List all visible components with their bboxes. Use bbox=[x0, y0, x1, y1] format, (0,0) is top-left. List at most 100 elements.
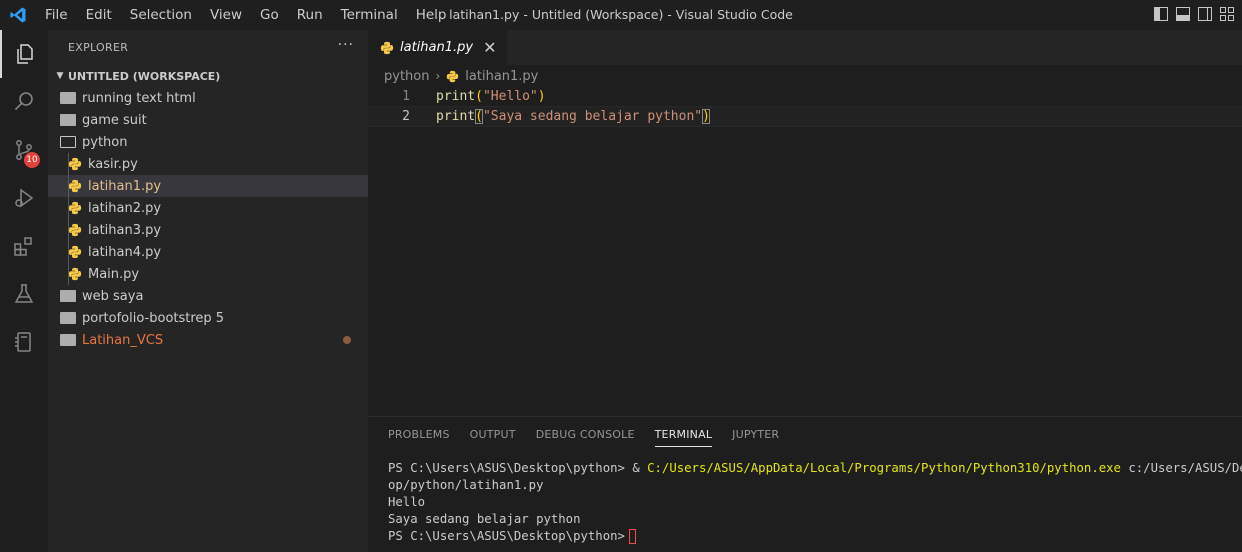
tree-folder-web-saya[interactable]: web saya bbox=[48, 285, 368, 307]
python-file-icon bbox=[68, 201, 82, 215]
panel-tabs: PROBLEMS OUTPUT DEBUG CONSOLE TERMINAL J… bbox=[368, 417, 1242, 453]
terminal-exe-path: C:/Users/ASUS/AppData/Local/Programs/Pyt… bbox=[647, 461, 1121, 475]
code-string: "Saya sedang belajar python" bbox=[482, 109, 703, 124]
indent-guide bbox=[68, 153, 69, 175]
code-function: print bbox=[436, 89, 476, 104]
tree-file-main[interactable]: Main.py bbox=[48, 263, 368, 285]
breadcrumb: python › latihan1.py bbox=[368, 65, 1242, 87]
remote-explorer-icon[interactable] bbox=[0, 318, 48, 366]
menu-terminal[interactable]: Terminal bbox=[332, 0, 407, 30]
tree-file-latihan3[interactable]: latihan3.py bbox=[48, 219, 368, 241]
chevron-down-icon: ▼ bbox=[56, 71, 64, 81]
menu-help[interactable]: Help bbox=[407, 0, 456, 30]
modified-dot-icon bbox=[343, 336, 351, 344]
tree-file-kasir[interactable]: kasir.py bbox=[48, 153, 368, 175]
tree-folder-portofolio[interactable]: portofolio-bootstrep 5 bbox=[48, 307, 368, 329]
testing-flask-icon[interactable] bbox=[0, 270, 48, 318]
menu-bar: File Edit Selection View Go Run Terminal… bbox=[36, 0, 455, 30]
source-control-badge: 10 bbox=[24, 152, 40, 168]
tab-problems[interactable]: PROBLEMS bbox=[380, 417, 458, 453]
vscode-logo-icon[interactable] bbox=[0, 0, 36, 30]
code-bracket: ( bbox=[475, 89, 483, 104]
code-function: print bbox=[436, 109, 476, 124]
terminal-prompt: PS C:\Users\ASUS\Desktop\python> bbox=[388, 461, 633, 475]
more-actions-icon[interactable]: ··· bbox=[338, 37, 354, 53]
tree-item-label: portofolio-bootstrep 5 bbox=[82, 310, 225, 326]
explorer-icon[interactable] bbox=[0, 30, 48, 78]
python-file-icon bbox=[68, 245, 82, 259]
close-icon[interactable]: ✕ bbox=[483, 38, 496, 57]
indent-guide bbox=[68, 241, 69, 263]
bottom-panel: PROBLEMS OUTPUT DEBUG CONSOLE TERMINAL J… bbox=[368, 416, 1242, 552]
tree-folder-latihan-vcs[interactable]: Latihan_VCS bbox=[48, 329, 368, 351]
layout-controls bbox=[1154, 7, 1234, 21]
code-text: print("Saya sedang belajar python") bbox=[436, 107, 710, 126]
toggle-primary-sidebar-icon[interactable] bbox=[1154, 7, 1168, 21]
customize-layout-icon[interactable] bbox=[1220, 7, 1234, 21]
menu-run[interactable]: Run bbox=[288, 0, 332, 30]
tree-item-label: latihan2.py bbox=[88, 200, 162, 216]
code-bracket: ) bbox=[702, 109, 710, 124]
code-bracket: ( bbox=[475, 109, 483, 124]
breadcrumb-folder[interactable]: python bbox=[384, 69, 429, 84]
tree-file-latihan4[interactable]: latihan4.py bbox=[48, 241, 368, 263]
tree-item-label: latihan4.py bbox=[88, 244, 162, 260]
folder-icon bbox=[60, 92, 76, 104]
tree-item-label: Main.py bbox=[88, 266, 140, 282]
terminal-amp: & bbox=[632, 461, 648, 475]
run-debug-icon[interactable] bbox=[0, 174, 48, 222]
indent-guide bbox=[68, 175, 69, 197]
explorer-header: EXPLORER ··· bbox=[48, 30, 368, 65]
activity-bar: 10 bbox=[0, 30, 48, 552]
terminal-output[interactable]: PS C:\Users\ASUS\Desktop\python> & C:/Us… bbox=[388, 460, 1242, 545]
toggle-panel-icon[interactable] bbox=[1176, 7, 1190, 21]
tree-item-label: running text html bbox=[82, 90, 196, 106]
menu-edit[interactable]: Edit bbox=[77, 0, 121, 30]
tree-folder-running-text-html[interactable]: running text html bbox=[48, 87, 368, 109]
menu-go[interactable]: Go bbox=[251, 0, 288, 30]
tab-label: latihan1.py bbox=[400, 40, 474, 55]
python-file-icon bbox=[68, 267, 82, 281]
tree-folder-game-suit[interactable]: game suit bbox=[48, 109, 368, 131]
tree-file-latihan1[interactable]: latihan1.py bbox=[48, 175, 368, 197]
tree-item-label: Latihan_VCS bbox=[82, 332, 164, 348]
editor-area: latihan1.py ✕ python › latihan1.py 1 pri… bbox=[368, 30, 1242, 416]
toggle-secondary-sidebar-icon[interactable] bbox=[1198, 7, 1212, 21]
menu-view[interactable]: View bbox=[201, 0, 251, 30]
code-string: "Hello" bbox=[482, 89, 538, 104]
line-number: 1 bbox=[402, 89, 410, 104]
terminal-output-line: Saya sedang belajar python bbox=[388, 512, 581, 526]
menu-file[interactable]: File bbox=[36, 0, 77, 30]
tab-latihan1[interactable]: latihan1.py ✕ bbox=[368, 30, 507, 65]
tree-item-label: latihan3.py bbox=[88, 222, 162, 238]
python-file-icon bbox=[68, 223, 82, 237]
tab-debug-console[interactable]: DEBUG CONSOLE bbox=[528, 417, 643, 453]
breadcrumb-file[interactable]: latihan1.py bbox=[465, 69, 538, 84]
menu-selection[interactable]: Selection bbox=[121, 0, 201, 30]
extensions-icon[interactable] bbox=[0, 222, 48, 270]
tab-jupyter[interactable]: JUPYTER bbox=[724, 417, 787, 453]
terminal-cursor bbox=[628, 529, 636, 544]
tree-item-label: game suit bbox=[82, 112, 147, 128]
tree-item-label: latihan1.py bbox=[88, 178, 162, 194]
terminal-output-line: Hello bbox=[388, 495, 426, 509]
code-editor[interactable]: 1 print("Hello") 2 print("Saya sedang be… bbox=[368, 87, 1242, 127]
code-line-current: 2 print("Saya sedang belajar python") bbox=[368, 106, 1242, 127]
folder-icon bbox=[60, 290, 76, 302]
search-icon[interactable] bbox=[0, 78, 48, 126]
source-control-icon[interactable]: 10 bbox=[0, 126, 48, 174]
folder-open-icon bbox=[60, 136, 76, 148]
tab-output[interactable]: OUTPUT bbox=[462, 417, 524, 453]
tree-folder-python[interactable]: python bbox=[48, 131, 368, 153]
indent-guide bbox=[68, 197, 69, 219]
workspace-header[interactable]: ▼ UNTITLED (WORKSPACE) bbox=[48, 65, 368, 87]
code-text: print("Hello") bbox=[436, 87, 546, 106]
tree-file-latihan2[interactable]: latihan2.py bbox=[48, 197, 368, 219]
folder-icon bbox=[60, 312, 76, 324]
terminal-arg: c:/Users/ASUS/Deskt bbox=[1128, 461, 1242, 475]
code-line: 1 print("Hello") bbox=[368, 87, 1242, 106]
folder-icon bbox=[60, 334, 76, 346]
tree-item-label: kasir.py bbox=[88, 156, 138, 172]
tab-terminal[interactable]: TERMINAL bbox=[647, 417, 721, 453]
folder-icon bbox=[60, 114, 76, 126]
